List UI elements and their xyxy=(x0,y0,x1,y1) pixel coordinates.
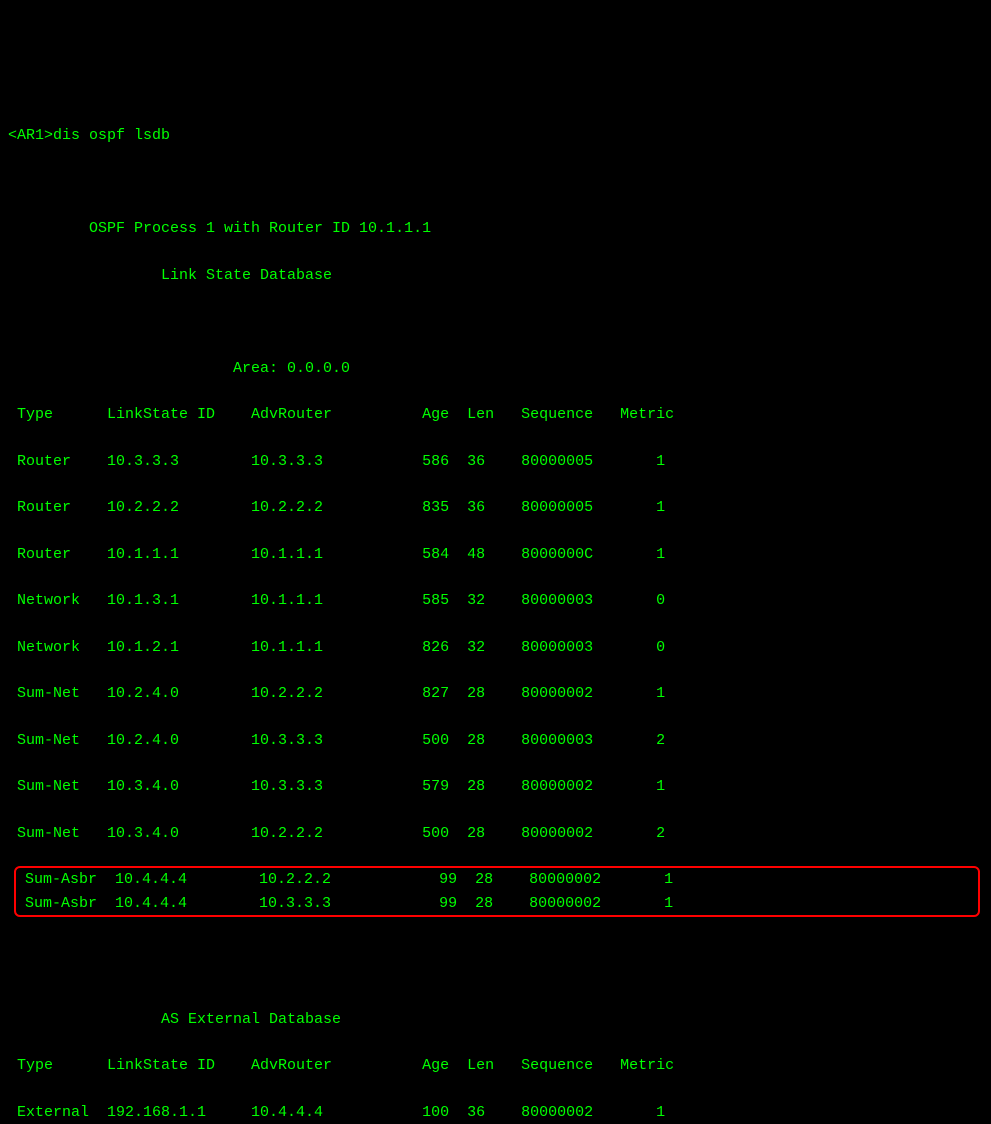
blank-line xyxy=(8,171,991,194)
blank-line xyxy=(8,961,991,984)
table-row: Sum-Net 10.3.4.0 10.3.3.3 579 28 8000000… xyxy=(8,775,991,798)
table-row: Sum-Net 10.2.4.0 10.3.3.3 500 28 8000000… xyxy=(8,729,991,752)
area-columns-header: Type LinkState ID AdvRouter Age Len Sequ… xyxy=(8,403,991,426)
table-row: Router 10.1.1.1 10.1.1.1 584 48 8000000C… xyxy=(8,543,991,566)
table-row: Router 10.2.2.2 10.2.2.2 835 36 80000005… xyxy=(8,496,991,519)
external-columns-header: Type LinkState ID AdvRouter Age Len Sequ… xyxy=(8,1054,991,1077)
table-row: Router 10.3.3.3 10.3.3.3 586 36 80000005… xyxy=(8,450,991,473)
table-row: Network 10.1.3.1 10.1.1.1 585 32 8000000… xyxy=(8,589,991,612)
ospf-process-header: OSPF Process 1 with Router ID 10.1.1.1 xyxy=(8,217,991,240)
table-row: Network 10.1.2.1 10.1.1.1 826 32 8000000… xyxy=(8,636,991,659)
terminal-output: <AR1>dis ospf lsdb OSPF Process 1 with R… xyxy=(8,101,991,1124)
area-title: Area: 0.0.0.0 xyxy=(8,357,991,380)
table-row: Sum-Net 10.3.4.0 10.2.2.2 500 28 8000000… xyxy=(8,822,991,845)
external-db-title: AS External Database xyxy=(8,1008,991,1031)
highlighted-rows-box: Sum-Asbr 10.4.4.4 10.2.2.2 99 28 8000000… xyxy=(14,866,980,917)
blank-line xyxy=(8,915,991,938)
lsdb-header: Link State Database xyxy=(8,264,991,287)
table-row: Sum-Net 10.2.4.0 10.2.2.2 827 28 8000000… xyxy=(8,682,991,705)
blank-line xyxy=(8,310,991,333)
command-prompt: <AR1>dis ospf lsdb xyxy=(8,124,991,147)
table-row: Sum-Asbr 10.4.4.4 10.3.3.3 99 28 8000000… xyxy=(16,892,978,915)
table-row: External 192.168.1.1 10.4.4.4 100 36 800… xyxy=(8,1101,991,1124)
table-row: Sum-Asbr 10.4.4.4 10.2.2.2 99 28 8000000… xyxy=(16,868,978,891)
